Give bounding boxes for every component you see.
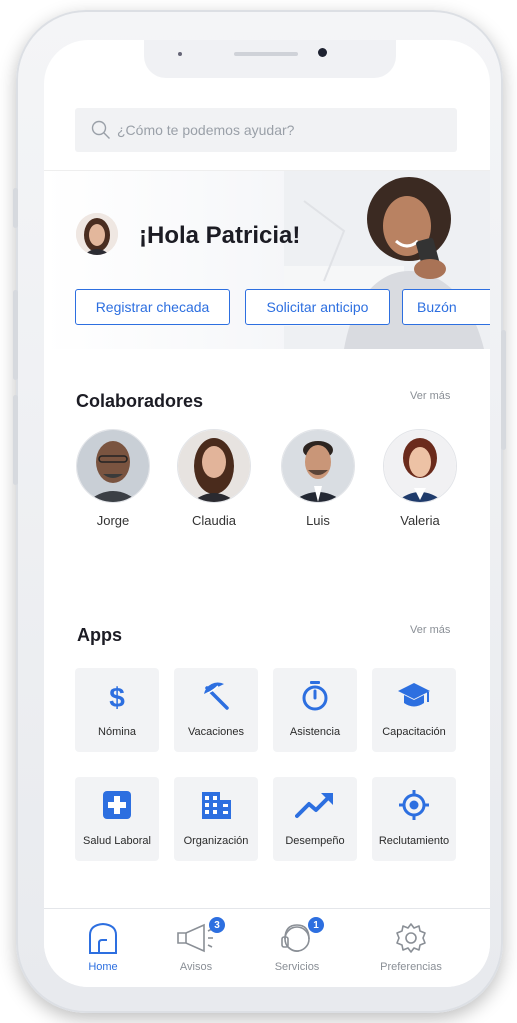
app-tile-vacaciones[interactable]: Vacaciones xyxy=(174,668,258,752)
app-screen: ¿Cómo te podemos ayudar? ¡Hola Patricia!… xyxy=(44,40,490,987)
tab-label: Home xyxy=(88,961,118,973)
tab-servicios[interactable]: 1 Servicios xyxy=(252,917,342,973)
tab-label: Servicios xyxy=(274,961,320,973)
app-label: Capacitación xyxy=(382,726,446,738)
app-tile-organizacion[interactable]: Organización xyxy=(174,777,258,861)
dollar-icon: $ xyxy=(109,682,125,712)
home-icon xyxy=(89,922,117,954)
collaborator-name: Jorge xyxy=(96,513,130,528)
register-checkin-button[interactable]: Registrar checada xyxy=(75,289,230,325)
app-label: Asistencia xyxy=(289,726,341,738)
beach-umbrella-icon xyxy=(204,682,229,710)
mailbox-button[interactable]: Buzón xyxy=(402,289,490,325)
search-bar[interactable]: ¿Cómo te podemos ayudar? xyxy=(75,108,457,152)
app-label: Organización xyxy=(183,835,249,847)
avatar xyxy=(177,429,251,503)
app-label: Vacaciones xyxy=(187,726,245,738)
gear-icon xyxy=(396,923,426,953)
collaborator-name: Claudia xyxy=(191,513,237,528)
tab-preferencias[interactable]: Preferencias xyxy=(366,919,456,973)
app-label: Desempeño xyxy=(285,835,345,847)
app-label: Reclutamiento xyxy=(378,835,450,847)
avatar xyxy=(76,429,150,503)
app-tile-reclutamiento[interactable]: Reclutamiento xyxy=(372,777,456,861)
notch xyxy=(144,40,396,78)
collaborators-title: Colaboradores xyxy=(76,391,204,411)
app-tile-nomina[interactable]: $ Nómina xyxy=(75,668,159,752)
trending-up-icon xyxy=(295,793,333,818)
app-tile-capacitacion[interactable]: Capacitación xyxy=(372,668,456,752)
collaborator-name: Luis xyxy=(306,513,330,528)
apps-see-more-link[interactable]: Ver más xyxy=(410,624,450,636)
collaborators-see-more-link[interactable]: Ver más xyxy=(410,390,450,402)
stopwatch-icon xyxy=(302,681,328,711)
building-icon xyxy=(202,792,231,819)
collaborator-card[interactable]: Valeria xyxy=(383,429,457,528)
collaborator-card[interactable]: Luis xyxy=(281,429,355,528)
app-label: Nómina xyxy=(98,726,136,738)
graduation-cap-icon xyxy=(398,683,430,707)
volume-down-button xyxy=(13,395,18,485)
notification-badge: 1 xyxy=(308,917,324,933)
search-icon xyxy=(91,120,110,139)
app-tile-asistencia[interactable]: Asistencia xyxy=(273,668,357,752)
search-placeholder: ¿Cómo te podemos ayudar? xyxy=(117,122,295,138)
user-avatar[interactable] xyxy=(76,213,118,255)
bottom-tab-bar: Home 3 Avisos 1 Servicios Preferencias xyxy=(44,908,490,987)
apps-title: Apps xyxy=(77,625,122,645)
power-button xyxy=(501,330,506,450)
greeting-banner: ¡Hola Patricia! Registrar checada Solici… xyxy=(44,170,490,349)
avatar xyxy=(281,429,355,503)
app-tile-salud-laboral[interactable]: Salud Laboral xyxy=(75,777,159,861)
notification-badge: 3 xyxy=(209,917,225,933)
collaborator-name: Valeria xyxy=(400,513,440,528)
app-label: Salud Laboral xyxy=(83,835,151,847)
avatar xyxy=(383,429,457,503)
medical-cross-icon xyxy=(103,791,131,819)
app-tile-desempeno[interactable]: Desempeño xyxy=(273,777,357,861)
tab-label: Preferencias xyxy=(380,961,442,973)
tab-label: Avisos xyxy=(179,961,213,973)
tab-home[interactable]: Home xyxy=(58,919,148,973)
collaborator-card[interactable]: Claudia xyxy=(177,429,251,528)
target-icon xyxy=(399,790,429,820)
tab-avisos[interactable]: 3 Avisos xyxy=(151,917,241,973)
volume-up-button xyxy=(13,290,18,380)
side-button xyxy=(13,188,18,228)
collaborator-card[interactable]: Jorge xyxy=(76,429,150,528)
request-advance-button[interactable]: Solicitar anticipo xyxy=(245,289,390,325)
svg-text:$: $ xyxy=(109,682,125,712)
greeting-title: ¡Hola Patricia! xyxy=(139,222,301,249)
